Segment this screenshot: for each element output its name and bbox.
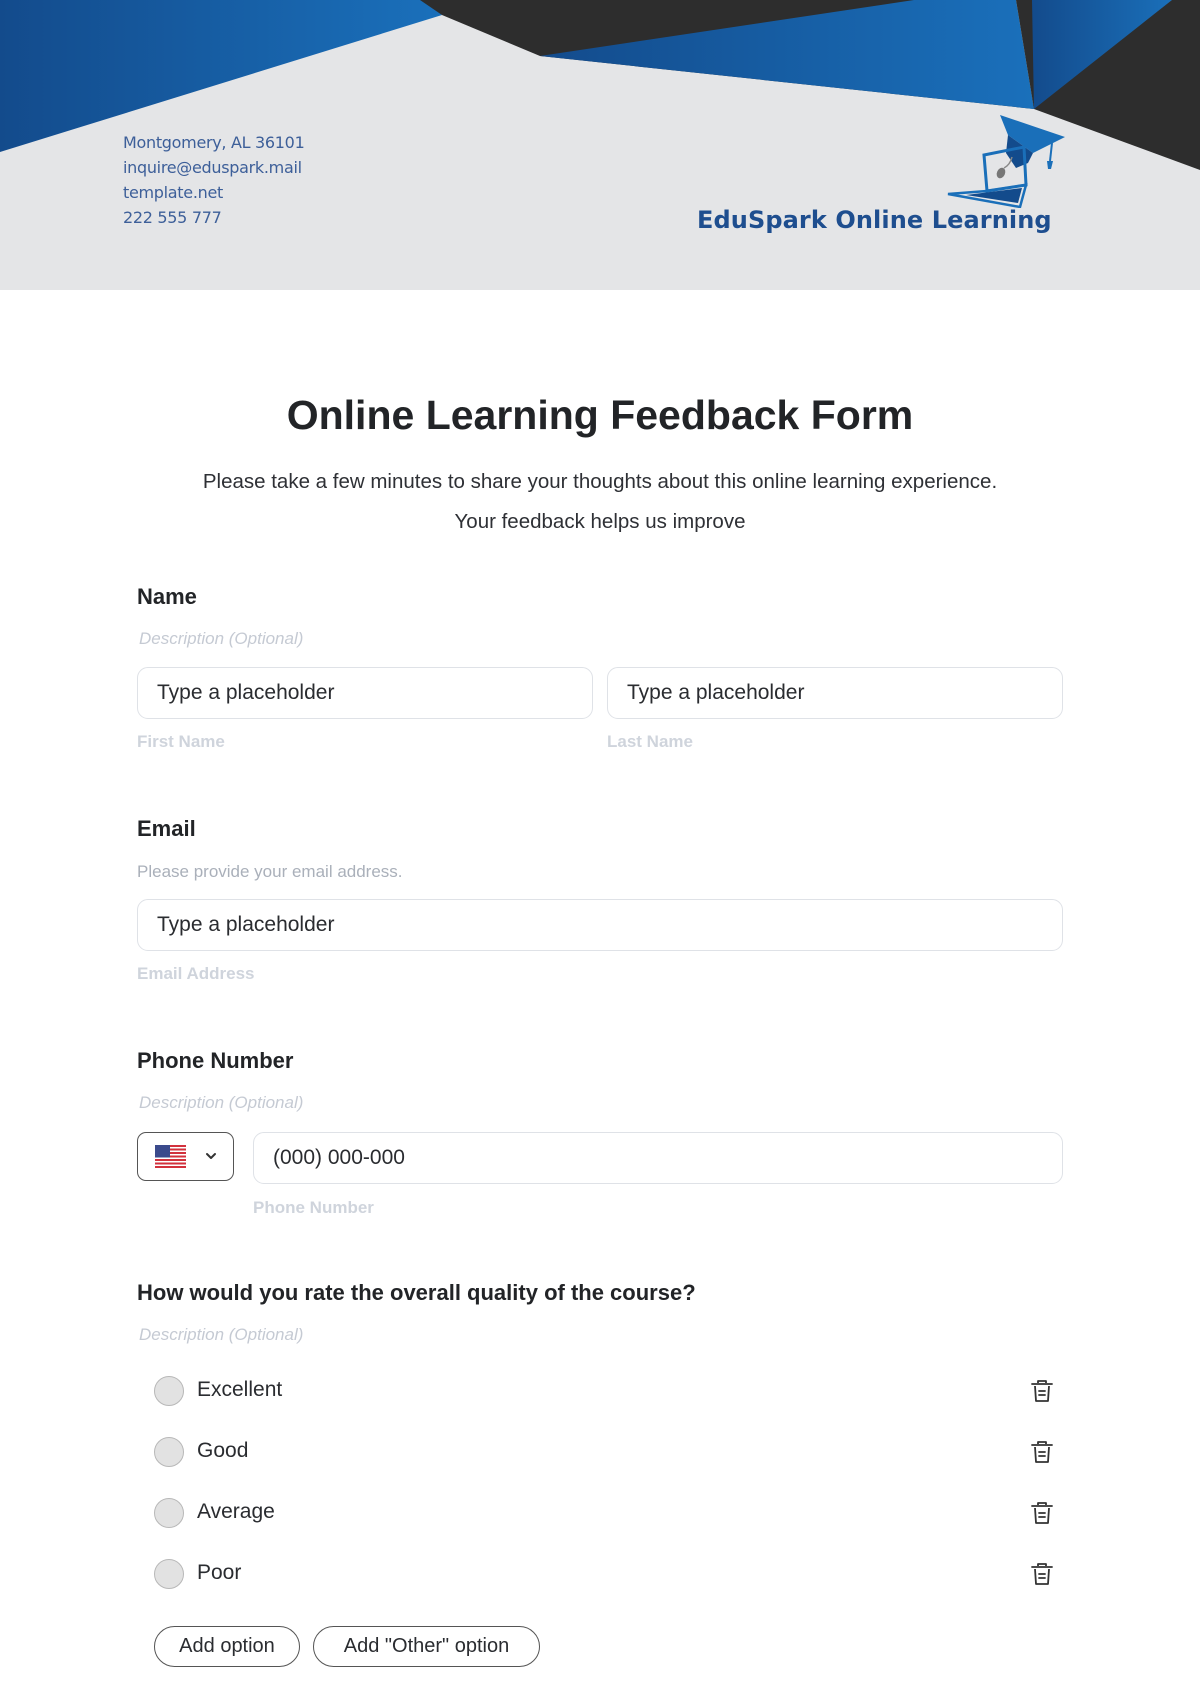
radio-button[interactable]	[154, 1437, 184, 1467]
brand-name: EduSpark Online Learning	[697, 206, 1052, 234]
email-description: Please provide your email address.	[137, 862, 403, 881]
trash-icon[interactable]	[1029, 1500, 1055, 1526]
phone-helper: Phone Number	[253, 1198, 374, 1217]
phone-description: Description (Optional)	[139, 1093, 304, 1112]
contact-block: Montgomery, AL 36101 inquire@eduspark.ma…	[123, 130, 305, 230]
radio-option-label: Excellent	[197, 1378, 283, 1401]
rating-section: How would you rate the overall quality o…	[137, 1280, 1063, 1680]
email-section: Email Please provide your email address.…	[137, 816, 1063, 986]
radio-option[interactable]: Average	[154, 1493, 1063, 1533]
first-name-helper: First Name	[137, 732, 225, 751]
us-flag-icon	[155, 1145, 186, 1168]
name-section: Name Description (Optional) Type a place…	[137, 584, 1063, 754]
radio-option[interactable]: Poor	[154, 1554, 1063, 1594]
contact-address: Montgomery, AL 36101	[123, 133, 305, 152]
name-label: Name	[137, 584, 197, 609]
form-subtitle: Please take a few minutes to share your …	[0, 462, 1200, 542]
form-title: Online Learning Feedback Form	[286, 392, 914, 438]
add-option-button[interactable]: Add option	[154, 1626, 300, 1667]
email-input[interactable]: Type a placeholder	[137, 899, 1063, 951]
radio-option-label: Average	[197, 1500, 275, 1523]
rating-description: Description (Optional)	[139, 1325, 304, 1344]
radio-option-label: Poor	[197, 1561, 242, 1584]
contact-website: template.net	[123, 183, 223, 202]
contact-phone: 222 555 777	[123, 208, 222, 227]
country-code-select[interactable]	[137, 1132, 234, 1181]
form-subtitle-line1: Please take a few minutes to share your …	[202, 470, 998, 493]
first-name-input[interactable]: Type a placeholder	[137, 667, 593, 719]
phone-label: Phone Number	[137, 1048, 294, 1073]
radio-option-label: Good	[197, 1439, 249, 1462]
radio-option[interactable]: Good	[154, 1432, 1063, 1472]
laptop-graduation-cap-icon	[947, 115, 1065, 208]
contact-email: inquire@eduspark.mail	[123, 158, 302, 177]
trash-icon[interactable]	[1029, 1439, 1055, 1465]
phone-section: Phone Number Description (Optional) (000…	[137, 1048, 1063, 1218]
radio-button[interactable]	[154, 1376, 184, 1406]
last-name-input[interactable]: Type a placeholder	[607, 667, 1063, 719]
add-other-option-button[interactable]: Add "Other" option	[313, 1626, 540, 1667]
email-helper: Email Address	[137, 964, 255, 983]
form-subtitle-line2: Your feedback helps us improve	[454, 510, 746, 533]
trash-icon[interactable]	[1029, 1561, 1055, 1587]
email-label: Email	[137, 816, 196, 841]
last-name-helper: Last Name	[607, 732, 693, 751]
name-description: Description (Optional)	[139, 629, 304, 648]
chevron-down-icon	[206, 1153, 216, 1159]
phone-input[interactable]: (000) 000-000	[253, 1132, 1063, 1184]
radio-button[interactable]	[154, 1498, 184, 1528]
trash-icon[interactable]	[1029, 1378, 1055, 1404]
radio-button[interactable]	[154, 1559, 184, 1589]
rating-question: How would you rate the overall quality o…	[137, 1280, 696, 1305]
radio-option[interactable]: Excellent	[154, 1371, 1063, 1411]
letterhead-header: Montgomery, AL 36101 inquire@eduspark.ma…	[0, 0, 1200, 290]
